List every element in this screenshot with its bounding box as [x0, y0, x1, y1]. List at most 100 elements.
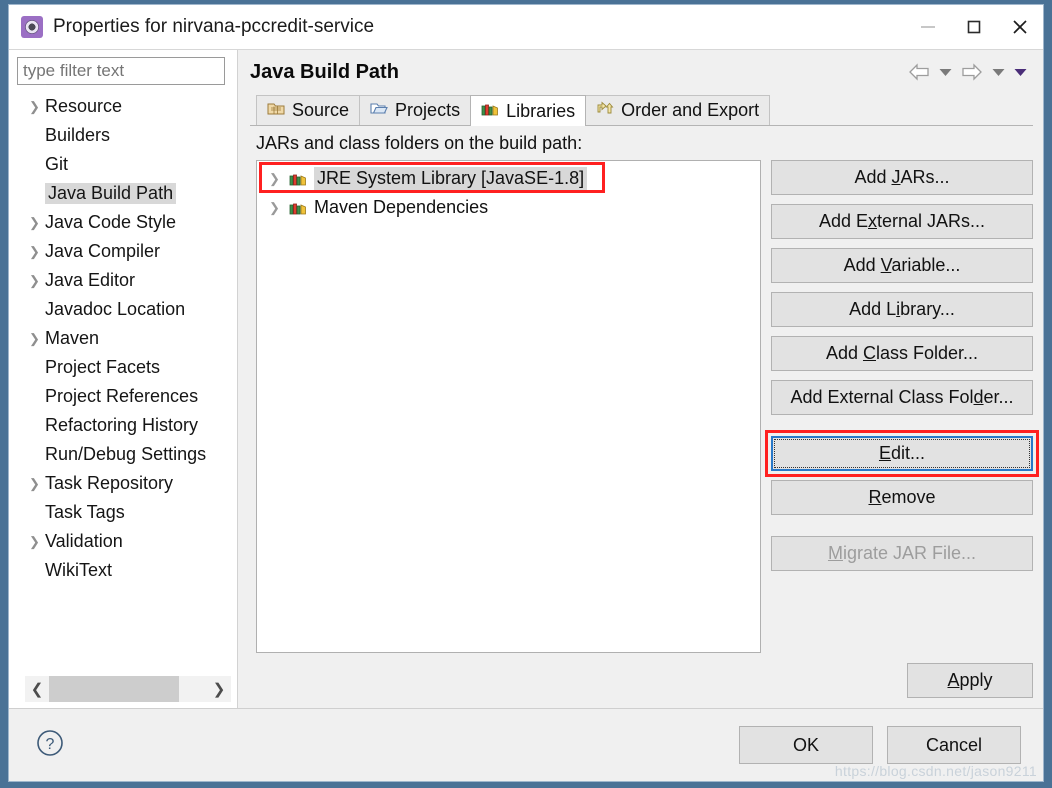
title-bar: Properties for nirvana-pccredit-service	[9, 5, 1043, 49]
add-external-jars-button[interactable]: Add External JARs...	[771, 204, 1033, 239]
scroll-right-icon[interactable]: ❯	[207, 676, 231, 702]
sidebar-item-label: Builders	[45, 125, 111, 145]
chevron-right-icon[interactable]: ❯	[29, 332, 45, 345]
cancel-button-label: Cancel	[925, 734, 983, 755]
sidebar-item-refactoring-history[interactable]: Refactoring History	[17, 411, 237, 440]
sidebar-item-label: Resource	[45, 96, 123, 116]
ok-button[interactable]: OK	[739, 726, 873, 764]
tab-label: Libraries	[506, 100, 576, 121]
sidebar-item-java-compiler[interactable]: ❯ Java Compiler	[17, 237, 237, 266]
chevron-right-icon[interactable]: ❯	[29, 100, 45, 113]
sidebar-item-resource[interactable]: ❯ Resource	[17, 92, 237, 121]
sidebar-item-java-build-path[interactable]: Java Build Path	[17, 179, 237, 208]
eclipse-properties-icon	[21, 16, 43, 38]
sidebar-item-label: Validation	[45, 531, 123, 551]
tab-order-and-export[interactable]: Order and Export	[585, 95, 771, 125]
remove-button[interactable]: Remove	[771, 480, 1033, 515]
apply-button[interactable]: Apply	[907, 663, 1033, 698]
sidebar-item-java-code-style[interactable]: ❯ Java Code Style	[17, 208, 237, 237]
projects-folder-icon	[370, 100, 388, 121]
sidebar-item-label: Task Tags	[45, 502, 125, 522]
sidebar-item-builders[interactable]: Builders	[17, 121, 237, 150]
cancel-button[interactable]: Cancel	[887, 726, 1021, 764]
window-controls	[905, 5, 1043, 49]
watermark: https://blog.csdn.net/jason9211	[834, 763, 1037, 779]
scrollbar-thumb[interactable]	[49, 676, 179, 702]
tab-projects[interactable]: Projects	[359, 95, 472, 125]
sidebar-item-label: Run/Debug Settings	[45, 444, 207, 464]
sidebar-item-task-repository[interactable]: ❯ Task Repository	[17, 469, 237, 498]
sidebar-item-label: Git	[45, 154, 69, 174]
apply-row: Apply	[250, 653, 1033, 708]
sidebar-item-label: Project Facets	[45, 357, 161, 377]
chevron-right-icon[interactable]: ❯	[269, 171, 289, 187]
sidebar-item-validation[interactable]: ❯ Validation	[17, 527, 237, 556]
chevron-right-icon[interactable]: ❯	[29, 216, 45, 229]
chevron-right-icon[interactable]: ❯	[29, 477, 45, 490]
back-dropdown-icon[interactable]	[939, 68, 952, 77]
panel-main: ❯ JRE System Library [JavaSE-1.8] ❯ Mave…	[250, 160, 1039, 653]
tab-libraries[interactable]: Libraries	[470, 95, 587, 126]
sidebar-item-git[interactable]: Git	[17, 150, 237, 179]
footer-buttons: OK Cancel	[739, 726, 1021, 764]
settings-page: Java Build Path Source Projects Librarie…	[237, 50, 1043, 708]
filter-input[interactable]	[17, 57, 225, 85]
chevron-right-icon[interactable]: ❯	[269, 200, 289, 216]
sidebar-item-label: Refactoring History	[45, 415, 199, 435]
build-path-tabs: Source Projects Libraries Order and Expo…	[250, 94, 1033, 126]
forward-dropdown-icon[interactable]	[992, 68, 1005, 77]
sidebar-item-label: Java Build Path	[45, 183, 177, 204]
libraries-panel: JARs and class folders on the build path…	[250, 126, 1039, 708]
dialog-body: ❯ Resource Builders Git Java Build Path …	[9, 49, 1043, 708]
library-entry-maven-dependencies[interactable]: ❯ Maven Dependencies	[257, 193, 760, 222]
page-nav-icons	[908, 63, 1033, 81]
library-entry-label: JRE System Library [JavaSE-1.8]	[314, 167, 588, 190]
add-class-folder-button[interactable]: Add Class Folder...	[771, 336, 1033, 371]
ok-button-label: OK	[792, 734, 819, 755]
sidebar-item-label: Task Repository	[45, 473, 174, 493]
add-jars-button[interactable]: Add JARs...	[771, 160, 1033, 195]
back-arrow-icon[interactable]	[908, 63, 930, 81]
edit-button[interactable]: Edit...	[771, 436, 1033, 471]
libraries-tree[interactable]: ❯ JRE System Library [JavaSE-1.8] ❯ Mave…	[256, 160, 761, 653]
sidebar-item-wikitext[interactable]: WikiText	[17, 556, 237, 585]
library-books-icon	[289, 171, 307, 187]
chevron-right-icon[interactable]: ❯	[29, 245, 45, 258]
view-menu-icon[interactable]	[1014, 68, 1027, 77]
help-question-icon[interactable]: ?	[35, 728, 65, 763]
forward-arrow-icon[interactable]	[961, 63, 983, 81]
page-title: Java Build Path	[250, 60, 399, 83]
sidebar-item-label: Project References	[45, 386, 199, 406]
sidebar-item-maven[interactable]: ❯ Maven	[17, 324, 237, 353]
sidebar-horizontal-scrollbar[interactable]: ❮ ❯	[25, 676, 231, 702]
tab-source[interactable]: Source	[256, 95, 361, 125]
add-external-class-folder-button[interactable]: Add External Class Folder...	[771, 380, 1033, 415]
add-variable-button[interactable]: Add Variable...	[771, 248, 1033, 283]
sidebar-item-label: WikiText	[45, 560, 112, 580]
sidebar-item-task-tags[interactable]: Task Tags	[17, 498, 237, 527]
libraries-button-column: Add JARs... Add External JARs... Add Var…	[765, 160, 1039, 653]
sidebar-item-run-debug-settings[interactable]: Run/Debug Settings	[17, 440, 237, 469]
scroll-left-icon[interactable]: ❮	[25, 676, 49, 702]
properties-dialog: Properties for nirvana-pccredit-service …	[8, 4, 1044, 782]
library-entry-label: Maven Dependencies	[314, 197, 489, 217]
dialog-footer: ? OK Cancel https://blog.csdn.net/jason9…	[9, 708, 1043, 781]
library-entry-jre-system-library[interactable]: ❯ JRE System Library [JavaSE-1.8]	[257, 164, 760, 193]
migrate-jar-file-button: Migrate JAR File...	[771, 536, 1033, 571]
window-title: Properties for nirvana-pccredit-service	[53, 16, 375, 37]
sidebar-item-javadoc-location[interactable]: Javadoc Location	[17, 295, 237, 324]
sidebar-item-label: Java Code Style	[45, 212, 177, 232]
sidebar-item-java-editor[interactable]: ❯ Java Editor	[17, 266, 237, 295]
sidebar-item-label: Maven	[45, 328, 100, 348]
sidebar-item-project-references[interactable]: Project References	[17, 382, 237, 411]
chevron-right-icon[interactable]: ❯	[29, 274, 45, 287]
close-icon[interactable]	[997, 5, 1043, 49]
add-library-button[interactable]: Add Library...	[771, 292, 1033, 327]
tab-label: Order and Export	[621, 100, 760, 120]
tab-label: Source	[292, 100, 350, 120]
maximize-icon[interactable]	[951, 5, 997, 49]
tab-label: Projects	[395, 100, 461, 120]
sidebar-item-project-facets[interactable]: Project Facets	[17, 353, 237, 382]
minimize-icon[interactable]	[905, 5, 951, 49]
chevron-right-icon[interactable]: ❯	[29, 535, 45, 548]
